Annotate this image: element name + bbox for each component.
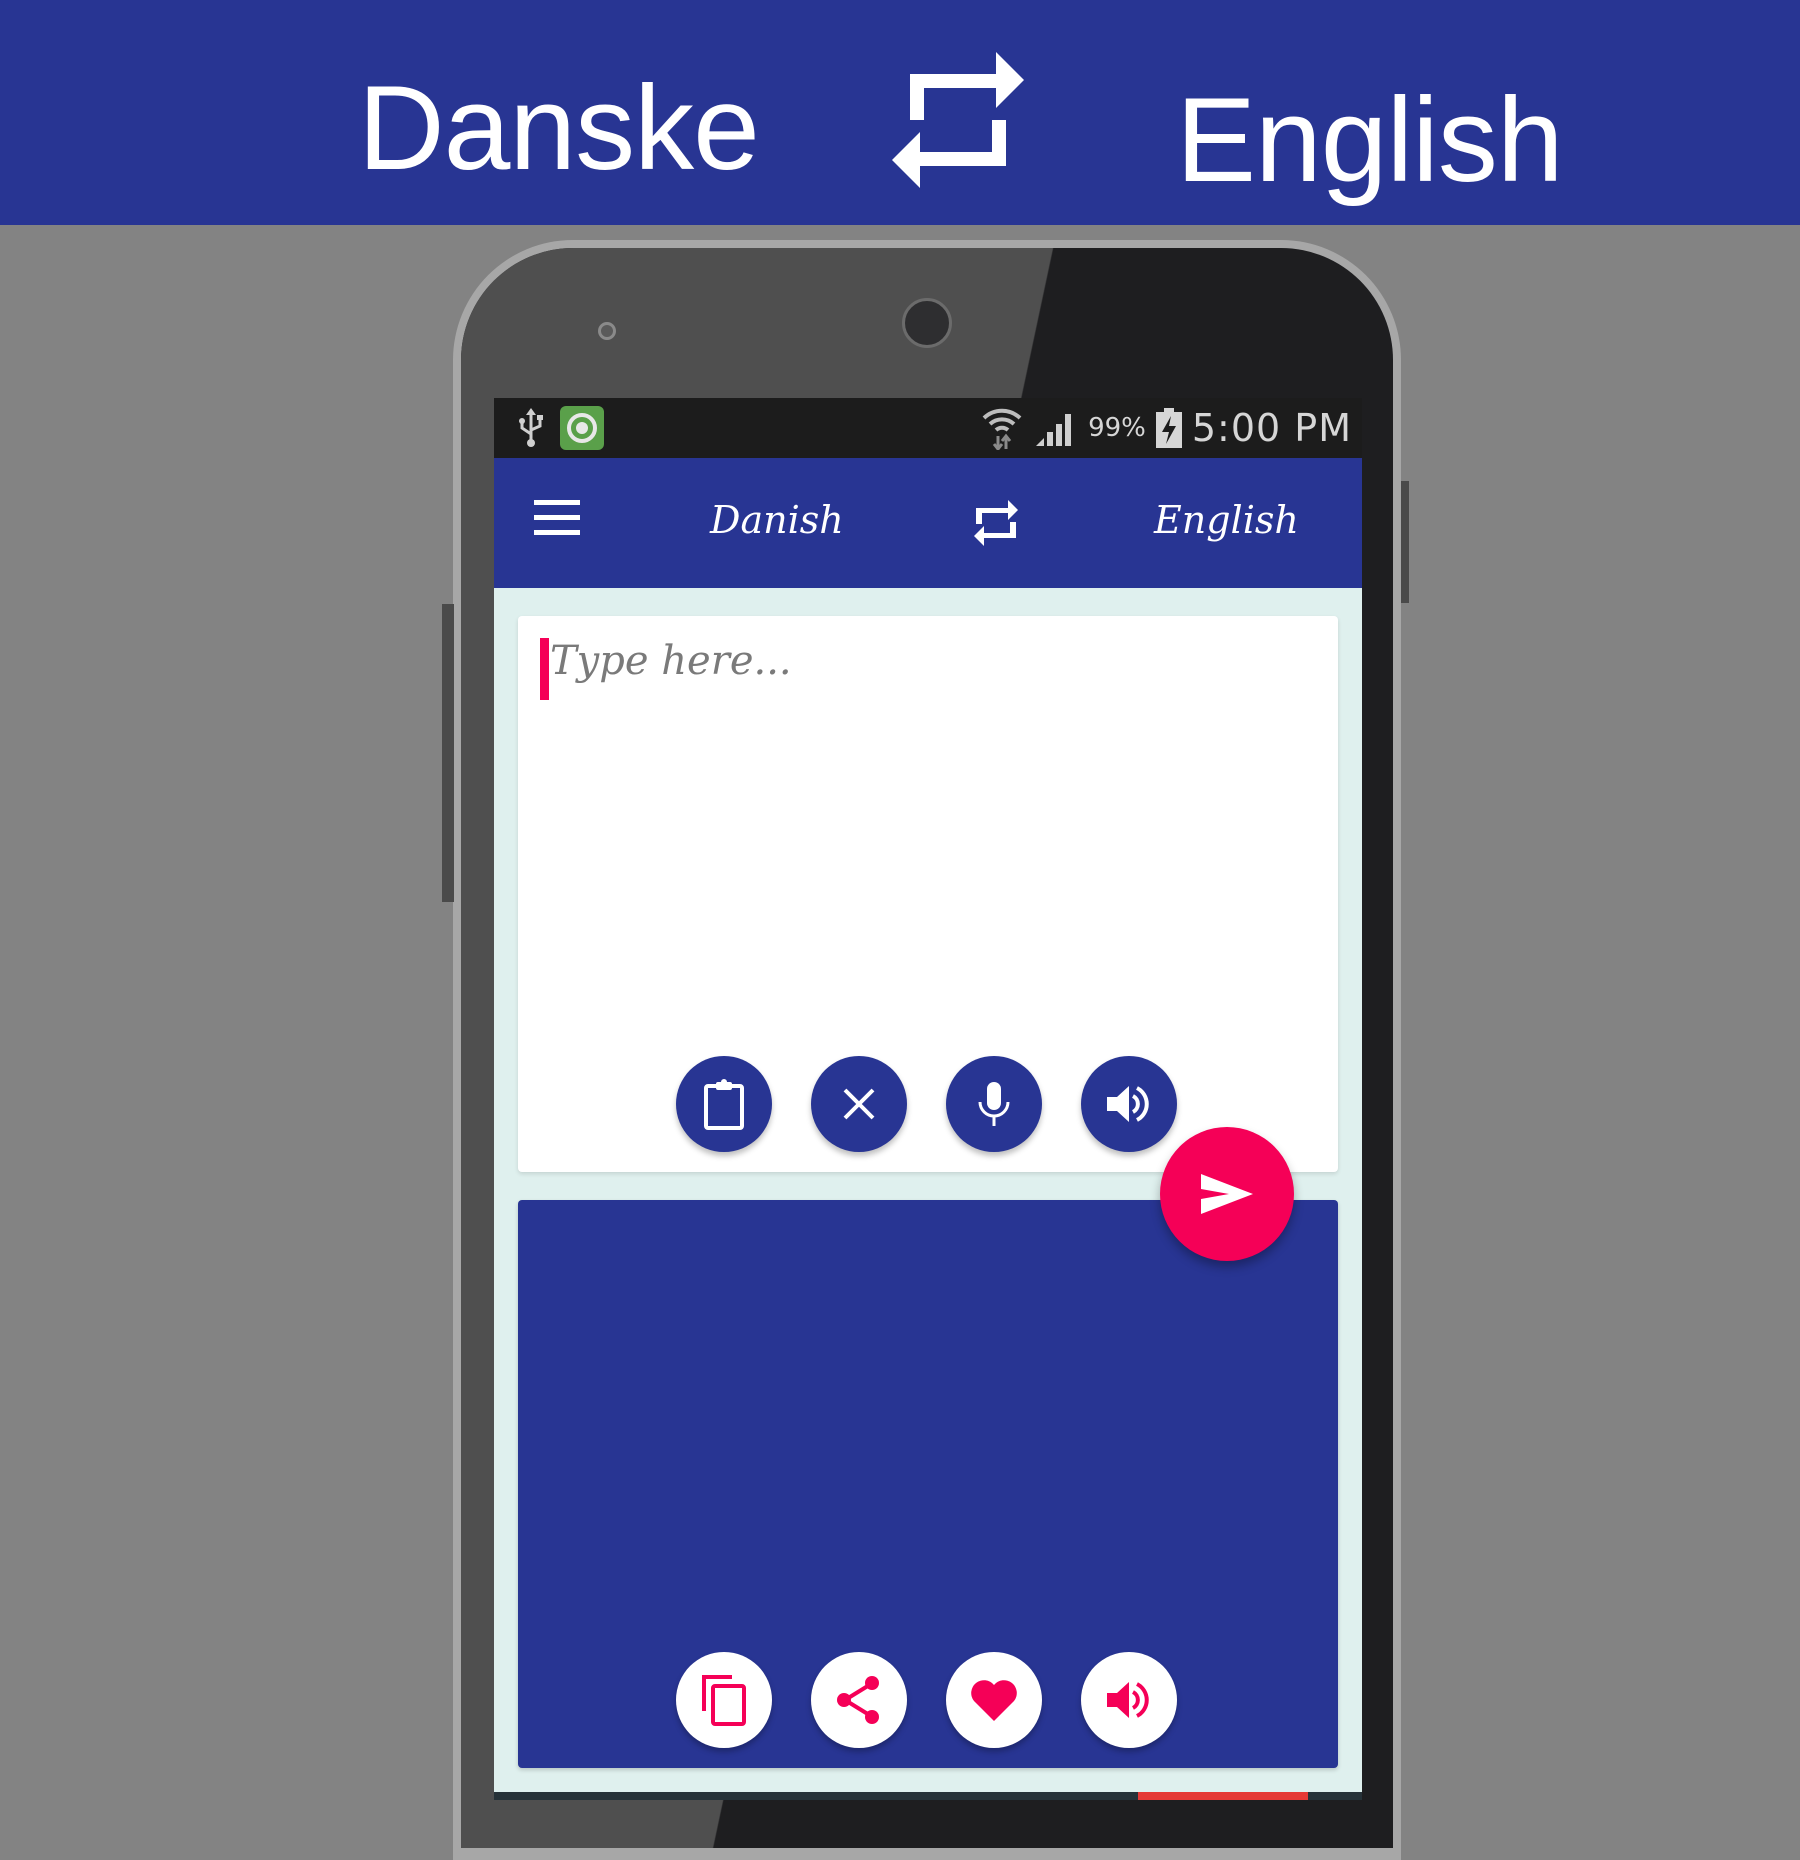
usb-icon — [519, 408, 543, 447]
volume-button — [442, 604, 454, 902]
send-icon — [1201, 1174, 1253, 1214]
input-card — [518, 616, 1338, 1172]
banner-target-language: English — [1176, 73, 1564, 207]
battery-percent: 99% — [1088, 413, 1146, 443]
status-left-icons — [518, 406, 604, 450]
status-time: 5:00 PM — [1191, 406, 1352, 450]
copy-button[interactable] — [676, 1652, 772, 1748]
share-icon — [837, 1676, 879, 1724]
input-actions — [676, 1056, 1177, 1152]
source-language-selector[interactable]: Danish — [710, 498, 844, 542]
front-camera — [902, 298, 952, 348]
speak-input-button[interactable] — [1081, 1056, 1177, 1152]
output-actions — [676, 1652, 1177, 1748]
power-button — [1401, 481, 1409, 603]
favorite-button[interactable] — [946, 1652, 1042, 1748]
phone-screen: 99% 5:00 PM Danish English — [494, 398, 1362, 1800]
share-button[interactable] — [811, 1652, 907, 1748]
voice-input-button[interactable] — [946, 1056, 1042, 1152]
app-notification-icon — [560, 406, 604, 450]
speak-output-button[interactable] — [1081, 1652, 1177, 1748]
app-toolbar: Danish English — [494, 458, 1362, 588]
wifi-icon — [982, 408, 1022, 450]
speaker-icon — [1107, 1086, 1149, 1122]
bottom-accent — [1138, 1792, 1308, 1800]
translate-button[interactable] — [1160, 1127, 1294, 1261]
hamburger-menu-icon[interactable] — [532, 500, 584, 544]
swap-languages-button[interactable] — [972, 498, 1020, 548]
battery-charging-icon — [1155, 408, 1182, 448]
output-card — [518, 1200, 1338, 1768]
clear-button[interactable] — [811, 1056, 907, 1152]
proximity-sensor — [598, 322, 616, 340]
translated-text — [540, 1222, 1310, 1602]
source-text-input[interactable] — [540, 638, 1310, 938]
swap-arrows-icon — [892, 52, 1024, 188]
speaker-icon — [1107, 1682, 1149, 1718]
target-language-selector[interactable]: English — [1154, 498, 1299, 542]
cell-signal-icon — [1036, 414, 1072, 446]
status-bar: 99% 5:00 PM — [494, 398, 1362, 458]
microphone-icon — [978, 1082, 1010, 1126]
close-icon — [843, 1088, 875, 1120]
copy-icon — [702, 1675, 746, 1726]
promo-banner: Danske English — [0, 0, 1800, 225]
status-right-icons: 99% 5:00 PM — [980, 404, 1352, 452]
banner-source-language: Danske — [358, 61, 760, 195]
clipboard-icon — [704, 1079, 744, 1130]
heart-icon — [971, 1680, 1017, 1721]
paste-button[interactable] — [676, 1056, 772, 1152]
